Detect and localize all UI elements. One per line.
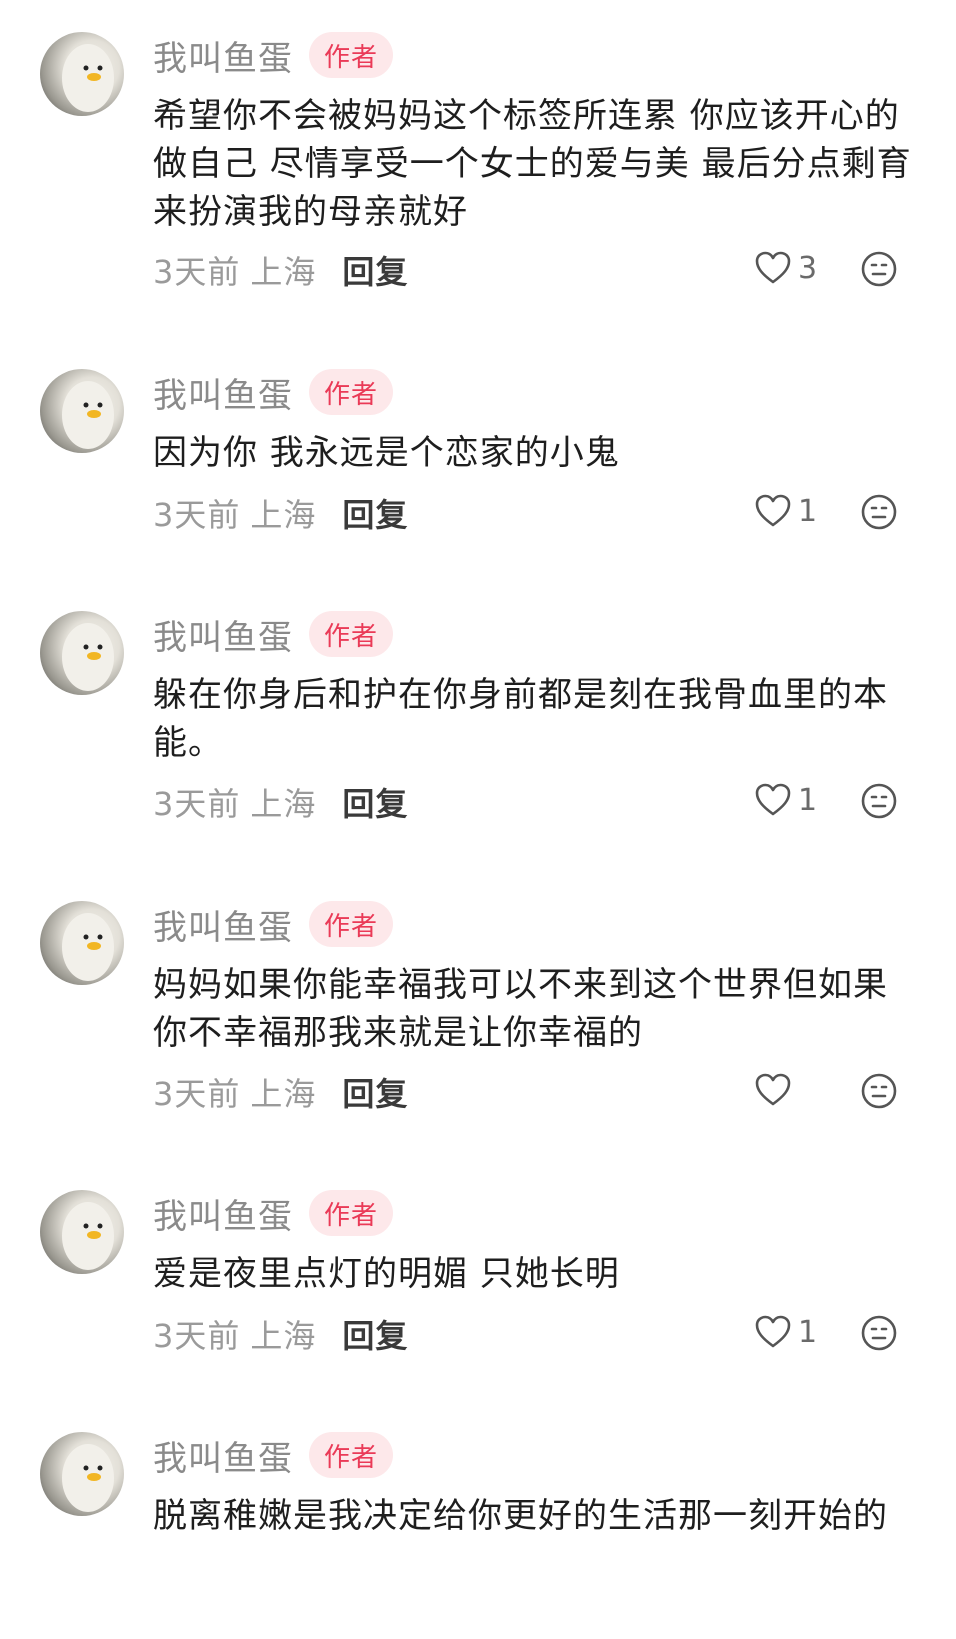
comment-meta: 3天前 上海 回复 — [153, 490, 408, 536]
avatar[interactable] — [40, 611, 124, 695]
avatar[interactable] — [40, 1432, 124, 1516]
username[interactable]: 我叫鱼蛋 — [153, 31, 293, 80]
comment-text[interactable]: 躲在你身后和护在你身前都是刻在我骨血里的本能。 — [153, 671, 913, 767]
reply-button[interactable]: 回复 — [342, 247, 408, 293]
comment-time: 3天前 — [153, 496, 241, 534]
comment-meta: 3天前 上海 回复 — [153, 1069, 408, 1115]
reply-button[interactable]: 回复 — [342, 1069, 408, 1115]
comment-header: 我叫鱼蛋 作者 — [153, 31, 393, 80]
like-button[interactable]: 1 — [754, 780, 817, 820]
comment-text[interactable]: 希望你不会被妈妈这个标签所连累 你应该开心的做自己 尽情享受一个女士的爱与美 最… — [153, 92, 913, 236]
username[interactable]: 我叫鱼蛋 — [153, 1189, 293, 1238]
reply-button[interactable]: 回复 — [342, 490, 408, 536]
comment-location: 上海 — [250, 785, 317, 823]
heart-outline-icon — [754, 782, 792, 818]
smiley-face-icon[interactable] — [860, 1072, 898, 1110]
comment-text[interactable]: 爱是夜里点灯的明媚 只她长明 — [153, 1250, 913, 1298]
author-badge: 作者 — [309, 1190, 393, 1236]
author-badge: 作者 — [309, 32, 393, 78]
comment-meta: 3天前 上海 回复 — [153, 247, 408, 293]
like-count: 1 — [798, 493, 818, 529]
comment-meta: 3天前 上海 回复 — [153, 779, 408, 825]
comment-time: 3天前 — [153, 253, 241, 291]
heart-outline-icon — [754, 493, 792, 529]
comment-time: 3天前 — [153, 1317, 241, 1355]
comment-header: 我叫鱼蛋 作者 — [153, 368, 393, 417]
duck-avatar-icon — [62, 381, 114, 449]
comment-location: 上海 — [250, 253, 317, 291]
duck-avatar-icon — [62, 1444, 114, 1512]
comment-location: 上海 — [250, 1317, 317, 1355]
like-button[interactable]: 1 — [754, 1312, 817, 1352]
like-button[interactable]: 1 — [754, 491, 817, 531]
heart-outline-icon — [754, 1314, 792, 1350]
author-badge: 作者 — [309, 1432, 393, 1478]
like-count: 1 — [798, 782, 818, 818]
username[interactable]: 我叫鱼蛋 — [153, 610, 293, 659]
username[interactable]: 我叫鱼蛋 — [153, 900, 293, 949]
like-button[interactable]: 3 — [754, 248, 817, 288]
username[interactable]: 我叫鱼蛋 — [153, 368, 293, 417]
comment-text[interactable]: 脱离稚嫩是我决定给你更好的生活那一刻开始的 — [153, 1492, 913, 1540]
comment-text[interactable]: 妈妈如果你能幸福我可以不来到这个世界但如果你不幸福那我来就是让你幸福的 — [153, 961, 913, 1057]
duck-avatar-icon — [62, 623, 114, 691]
comment-header: 我叫鱼蛋 作者 — [153, 1189, 393, 1238]
comment-header: 我叫鱼蛋 作者 — [153, 1431, 393, 1480]
smiley-face-icon[interactable] — [860, 782, 898, 820]
comment-meta: 3天前 上海 回复 — [153, 1311, 408, 1357]
duck-avatar-icon — [62, 44, 114, 112]
author-badge: 作者 — [309, 369, 393, 415]
avatar[interactable] — [40, 1190, 124, 1274]
duck-avatar-icon — [62, 1202, 114, 1270]
avatar[interactable] — [40, 901, 124, 985]
comment-location: 上海 — [250, 1075, 317, 1113]
smiley-face-icon[interactable] — [860, 493, 898, 531]
duck-avatar-icon — [62, 913, 114, 981]
reply-button[interactable]: 回复 — [342, 779, 408, 825]
comment-header: 我叫鱼蛋 作者 — [153, 900, 393, 949]
heart-outline-icon — [754, 250, 792, 286]
smiley-face-icon[interactable] — [860, 250, 898, 288]
reply-button[interactable]: 回复 — [342, 1311, 408, 1357]
avatar[interactable] — [40, 369, 124, 453]
author-badge: 作者 — [309, 901, 393, 947]
avatar[interactable] — [40, 32, 124, 116]
comment-time: 3天前 — [153, 785, 241, 823]
like-count: 1 — [798, 1314, 818, 1350]
comment-location: 上海 — [250, 496, 317, 534]
smiley-face-icon[interactable] — [860, 1314, 898, 1352]
like-count: 3 — [798, 250, 818, 286]
like-button[interactable] — [754, 1070, 798, 1110]
heart-outline-icon — [754, 1072, 792, 1108]
username[interactable]: 我叫鱼蛋 — [153, 1431, 293, 1480]
comment-time: 3天前 — [153, 1075, 241, 1113]
comment-header: 我叫鱼蛋 作者 — [153, 610, 393, 659]
comment-text[interactable]: 因为你 我永远是个恋家的小鬼 — [153, 429, 913, 477]
author-badge: 作者 — [309, 611, 393, 657]
